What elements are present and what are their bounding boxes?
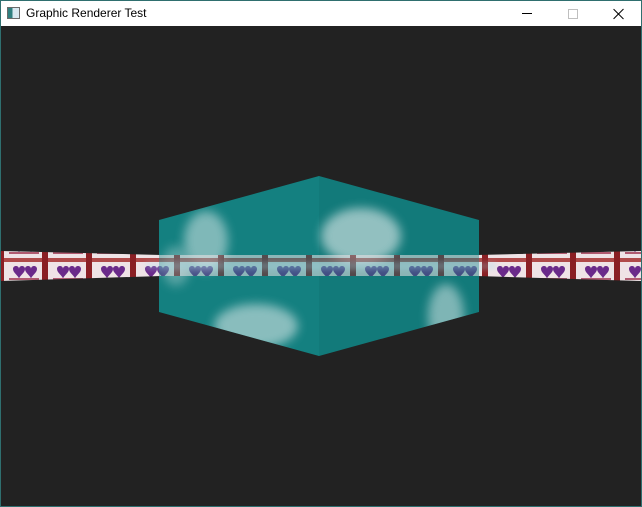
minimize-button[interactable] [504,1,550,26]
window-title: Graphic Renderer Test [26,6,147,20]
app-window-icon [7,7,20,19]
minimize-icon [522,13,532,14]
maximize-icon [568,9,578,19]
strip-glow [146,262,496,270]
close-button[interactable] [596,1,641,26]
maximize-button[interactable] [550,1,596,26]
textured-strip-left [1,251,161,281]
app-window: Graphic Renderer Test [0,0,642,507]
close-icon [613,8,625,20]
textured-strip-right [477,251,641,281]
title-bar[interactable]: Graphic Renderer Test [1,1,641,26]
render-canvas [1,26,641,506]
render-viewport[interactable] [1,26,641,506]
